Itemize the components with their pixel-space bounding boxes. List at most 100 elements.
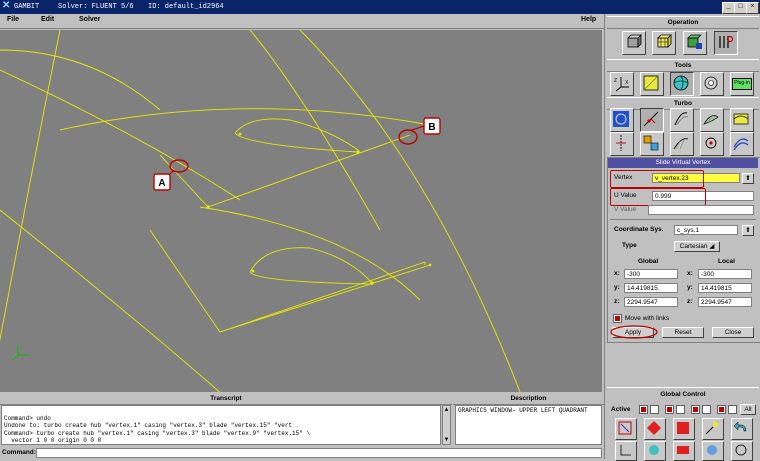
label-display-button[interactable] [673, 441, 695, 461]
upper-edge-line [0, 69, 241, 201]
size-function-button[interactable] [640, 72, 664, 96]
transcript-line: Command> undo [4, 414, 51, 422]
menu-edit[interactable]: Edit [41, 16, 54, 23]
command-input[interactable] [36, 448, 602, 458]
menu-bar: File Edit Solver Help [0, 14, 604, 29]
view-5-checkbox[interactable] [691, 405, 700, 414]
reset-button[interactable]: Reset [662, 327, 704, 338]
all-button[interactable]: All [740, 404, 756, 415]
local-z-field[interactable]: 2294.9547 [698, 297, 752, 307]
customize-tool-button[interactable] [700, 72, 724, 96]
move-with-links-checkbox[interactable] [613, 314, 622, 323]
transcript-text[interactable]: Command> undo Undone to: turbo create hub… [1, 405, 441, 445]
menu-help[interactable]: Help [581, 16, 596, 23]
close-button[interactable]: Close [712, 327, 754, 338]
coordinate-system-button[interactable]: ZX [610, 72, 634, 96]
view-1-checkbox[interactable] [639, 405, 648, 414]
slide-vertex-button[interactable] [640, 108, 664, 132]
mesh-button[interactable] [652, 31, 676, 55]
blue-grid-icon [613, 111, 629, 127]
scroll-up-icon[interactable]: ▲ [443, 406, 450, 414]
coordinate-sys-field[interactable]: c_sys.1 [674, 225, 738, 235]
transcript-scrollbar[interactable]: ▲ ▼ [442, 405, 451, 445]
turbo-profile-button[interactable] [730, 108, 754, 132]
global-z-field[interactable]: 2294.9547 [624, 297, 678, 307]
u-value-highlight [610, 188, 706, 206]
select-pivot-button[interactable] [644, 418, 666, 440]
view-6-checkbox[interactable] [702, 405, 711, 414]
orient-model-button[interactable] [673, 418, 695, 440]
global-x-field[interactable]: -300 [624, 269, 678, 279]
geometry-canvas[interactable]: A B [0, 30, 602, 392]
description-panel: Description GRAPHICS WINDOW- UPPER LEFT … [453, 393, 604, 446]
fit-to-window-button[interactable] [615, 418, 637, 440]
control-panel: Operation Tools ZX Plug-in Turbo Slide V… [604, 14, 760, 461]
vertex-point [206, 205, 210, 209]
type-dropdown[interactable]: Cartesian ◢ [674, 241, 720, 252]
vertex-pick-button[interactable]: ⬆ [742, 173, 754, 184]
wrench-icon [719, 35, 734, 48]
upper-blade-top [234, 118, 359, 151]
v-value-field[interactable] [648, 205, 754, 215]
axes-display-button[interactable] [615, 441, 637, 461]
transcript-title: Transcript [0, 393, 452, 405]
specify-display-button[interactable] [644, 441, 666, 461]
mesh-cube-icon [657, 34, 672, 48]
title-bar: ✕ GAMBIT Solver: FLUENT 5/6 ID: default_… [0, 0, 760, 14]
view-7-checkbox[interactable] [717, 405, 726, 414]
turbo-mesh-icon [673, 138, 689, 150]
turbo-volume-button[interactable] [670, 108, 694, 132]
coordinate-sys-pick-button[interactable]: ⬆ [742, 225, 754, 236]
divider [610, 219, 756, 220]
apply-highlight [610, 325, 658, 339]
graphics-window[interactable]: A B [0, 30, 602, 392]
turbo-split-button[interactable] [610, 132, 634, 156]
solver-title: Solver: FLUENT 5/6 [58, 3, 134, 11]
scroll-down-icon[interactable]: ▼ [443, 436, 450, 444]
plugin-button[interactable]: Plug-in [730, 72, 754, 96]
turbo-periodic-button[interactable] [730, 132, 754, 156]
turbine-icon [674, 112, 689, 126]
lower-edge-line [0, 209, 221, 392]
local-y-field[interactable]: 14.419815 [698, 283, 752, 293]
close-window-button[interactable]: × [746, 2, 759, 14]
zones-icon [687, 34, 702, 49]
render-model-button[interactable] [702, 418, 724, 440]
measure-button[interactable] [731, 441, 753, 461]
id-title: ID: default_id2964 [148, 3, 224, 11]
zones-button[interactable] [683, 31, 707, 55]
lower-blade-bottom [249, 271, 373, 285]
active-label: Active [611, 406, 631, 413]
marker-b-label: B [428, 122, 435, 133]
tools-operation-button[interactable] [714, 31, 738, 55]
geometry-button[interactable] [622, 31, 646, 55]
type-label: Type [622, 242, 637, 249]
turbo-mesh-button[interactable] [670, 132, 694, 156]
upper-blade-line [207, 134, 411, 208]
turbo-decompose-button[interactable] [640, 132, 664, 156]
turbo-tool-button[interactable] [670, 72, 694, 96]
global-y-field[interactable]: 14.419815 [624, 283, 678, 293]
tools-header: Tools [607, 59, 759, 72]
undo-arrow-icon [733, 421, 747, 432]
marker-a-label: A [158, 178, 165, 189]
move-with-links-label: Move with links [625, 315, 670, 322]
menu-file[interactable]: File [7, 16, 19, 23]
middle-curve [199, 206, 421, 301]
query-button[interactable] [702, 441, 724, 461]
menu-solver[interactable]: Solver [79, 16, 100, 23]
view-4-checkbox[interactable] [676, 405, 685, 414]
axis-triad-icon [12, 345, 28, 361]
local-x-label: x: [687, 270, 693, 277]
turbo-zones-button[interactable] [700, 108, 724, 132]
view-2-checkbox[interactable] [650, 405, 659, 414]
global-z-label: z: [614, 298, 620, 305]
view-8-checkbox[interactable] [728, 405, 737, 414]
vertex-point [356, 150, 360, 154]
turbo-link-button[interactable] [700, 132, 724, 156]
slide-virtual-vertex-form: Slide Virtual Vertex Vertex v_vertex.23 … [607, 157, 760, 343]
undo-button[interactable] [731, 418, 753, 440]
local-x-field[interactable]: -300 [698, 269, 752, 279]
view-3-checkbox[interactable] [665, 405, 674, 414]
turbo-create-button[interactable] [610, 108, 634, 132]
